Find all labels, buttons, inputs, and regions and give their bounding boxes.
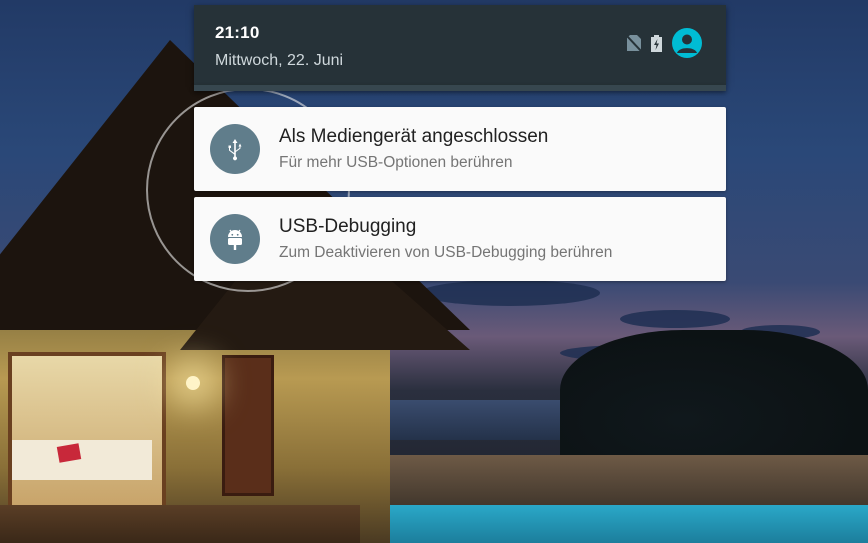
notification-usb-media[interactable]: Als Mediengerät angeschlossen Für mehr U… <box>194 107 726 191</box>
clock: 21:10 <box>215 23 260 42</box>
user-account-icon[interactable] <box>672 28 702 58</box>
cloud <box>620 310 730 328</box>
status-icons <box>626 28 702 58</box>
status-header[interactable]: 21:10 Mittwoch, 22. Juni <box>194 5 726 85</box>
date: Mittwoch, 22. Juni <box>215 52 344 69</box>
hut-window <box>8 352 166 510</box>
pool <box>330 505 868 543</box>
notification-title: Als Mediengerät angeschlossen <box>279 126 549 147</box>
hut-door <box>222 355 274 496</box>
shade-handle[interactable] <box>194 85 726 91</box>
battery-charging-icon <box>651 34 662 52</box>
notification-usb-debugging[interactable]: USB-Debugging Zum Deaktivieren von USB-D… <box>194 197 726 281</box>
wooden-deck <box>0 505 360 543</box>
bed <box>12 440 152 480</box>
usb-icon <box>210 124 260 174</box>
notification-text: Zum Deaktivieren von USB-Debugging berüh… <box>279 244 613 261</box>
notification-title: USB-Debugging <box>279 216 417 237</box>
wall-lamp <box>186 376 200 390</box>
android-icon <box>210 214 260 264</box>
no-sim-icon <box>626 35 642 52</box>
notification-text: Für mehr USB-Optionen berühren <box>279 154 513 171</box>
